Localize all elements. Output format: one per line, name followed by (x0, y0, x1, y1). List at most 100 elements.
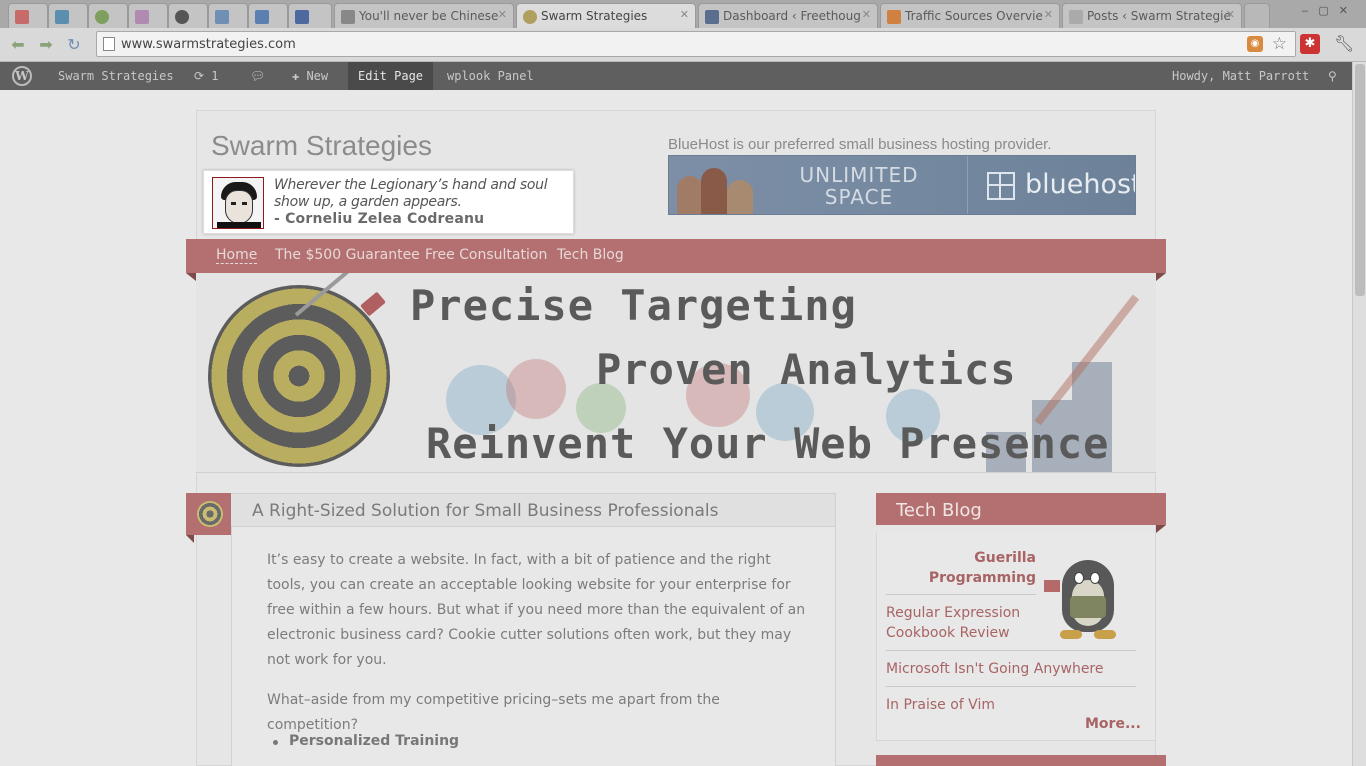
sidebar-widget-header-2 (876, 755, 1166, 766)
tab-pinned-5[interactable] (168, 3, 208, 28)
post-icon-tab (186, 493, 231, 543)
post-list-item: Personalized Training (272, 733, 460, 749)
quote-author: - Corneliu Zelea Codreanu (274, 211, 485, 227)
page-icon (1069, 10, 1083, 24)
close-icon[interactable]: ✕ (680, 8, 689, 21)
bookmark-star-icon[interactable]: ☆ (1272, 34, 1287, 54)
back-arrow-icon[interactable]: ⬅ (8, 35, 28, 55)
close-icon[interactable]: ✕ (498, 8, 507, 21)
bluehost-logo-icon (987, 172, 1015, 200)
tab-dashboard[interactable]: Dashboard ‹ Freethoug ✕ (698, 3, 878, 28)
tab-pinned-4[interactable] (128, 3, 168, 28)
tab-label: Posts ‹ Swarm Strategie (1087, 9, 1231, 23)
reload-icon[interactable]: ↻ (64, 35, 84, 55)
hosting-caption: BlueHost is our preferred small business… (668, 136, 1052, 153)
author-portrait (212, 177, 264, 229)
hero-line-2: Proven Analytics (596, 345, 1017, 394)
drive-icon (95, 10, 109, 24)
admin-site-name[interactable]: Swarm Strategies (48, 62, 184, 90)
quote-text: Wherever the Legionary’s hand and soul s… (274, 177, 548, 210)
sidebar-link-microsoft[interactable]: Microsoft Isn't Going Anywhere (886, 659, 1104, 679)
wp-logo-menu[interactable]: W (2, 62, 42, 90)
browser-tab-bar: You'll never be Chinese ✕ Swarm Strategie… (0, 0, 1366, 28)
divider (886, 650, 1136, 651)
sidebar-link-vim[interactable]: In Praise of Vim (886, 695, 995, 715)
tab-label: Dashboard ‹ Freethoug (723, 9, 861, 23)
feather-icon (135, 10, 149, 24)
post-title: A Right-Sized Solution for Small Busines… (252, 501, 719, 521)
admin-new[interactable]: ✚ New (282, 62, 338, 90)
plus-icon: ✚ (292, 69, 307, 83)
phone-icon (255, 10, 269, 24)
target-icon (197, 501, 223, 527)
menu-item-guarantee[interactable]: The $500 Guarantee (275, 247, 420, 263)
hero-banner: Precise Targeting Proven Analytics Reinv… (196, 273, 1156, 473)
admin-comments[interactable]: 💬︎ (240, 62, 275, 90)
scrollbar-thumb[interactable] (1355, 64, 1365, 296)
tab-label: Swarm Strategies (541, 9, 648, 23)
banner-divider (967, 156, 968, 214)
admin-updates[interactable]: ⟳ 1 (184, 62, 229, 90)
menu-item-tech-blog[interactable]: Tech Blog (557, 247, 624, 263)
sidebar-link-regex[interactable]: Regular Expression Cookbook Review (886, 603, 1036, 643)
post-paragraph-2: What–aside from my competitive pricing–s… (267, 692, 720, 733)
wordpress-logo-icon: W (12, 66, 32, 86)
sidebar-more-link[interactable]: More... (1085, 716, 1141, 732)
wrench-icon[interactable]: 🔧︎ (1334, 34, 1354, 53)
wordpress-icon (705, 10, 719, 24)
rss-icon[interactable]: ◉ (1247, 36, 1263, 52)
hero-line-3: Reinvent Your Web Presence (426, 419, 1110, 468)
github-icon (175, 10, 189, 24)
page-scrollbar[interactable] (1352, 62, 1366, 766)
tab-chinese[interactable]: You'll never be Chinese ✕ (334, 3, 514, 28)
admin-wplook-panel[interactable]: wplook Panel (437, 62, 544, 90)
window-controls[interactable]: ‒▢✕ (1301, 4, 1358, 17)
new-label: New (306, 69, 329, 83)
browser-toolbar: ⬅ ➡ ↻ www.swarmstrategies.com ◉ ☆ ✱ 🔧︎ (0, 28, 1366, 62)
updates-count: 1 (211, 69, 219, 83)
tab-pinned-2[interactable] (48, 3, 88, 28)
target-icon (523, 10, 537, 24)
admin-howdy[interactable]: Howdy, Matt Parrott (1162, 62, 1319, 90)
close-icon[interactable]: ✕ (862, 8, 871, 21)
menu-item-consultation[interactable]: Free Consultation (425, 247, 547, 263)
menu-item-home[interactable]: Home (216, 247, 258, 264)
divider (886, 686, 1136, 687)
tab-pinned-3[interactable] (88, 3, 128, 28)
address-bar[interactable]: www.swarmstrategies.com ◉ ☆ (96, 31, 1296, 57)
tab-traffic-sources[interactable]: Traffic Sources Overvie ✕ (880, 3, 1060, 28)
extension-icon[interactable]: ✱ (1300, 34, 1320, 54)
quote-widget: Wherever the Legionary’s hand and soul s… (203, 170, 574, 234)
bluehost-ad-banner[interactable]: UNLIMITED SPACE bluehost (668, 155, 1136, 215)
close-icon[interactable]: ✕ (1226, 8, 1235, 21)
tab-posts[interactable]: Posts ‹ Swarm Strategie ✕ (1062, 3, 1242, 28)
tab-pinned-7[interactable] (248, 3, 288, 28)
new-tab-button[interactable] (1244, 3, 1270, 28)
tab-label: You'll never be Chinese (359, 9, 499, 23)
admin-edit-page[interactable]: Edit Page (348, 62, 434, 90)
wp-admin-bar: W Swarm Strategies ⟳ 1 💬︎ ✚ New Edit Pag… (0, 62, 1352, 90)
tab-label: Traffic Sources Overvie (905, 9, 1043, 23)
comment-icon: 💬︎ (250, 69, 266, 83)
tab-pinned-8[interactable] (288, 3, 332, 28)
main-menu: Home The $500 Guarantee Free Consultatio… (186, 239, 1166, 281)
banner-people-image (675, 162, 755, 214)
hero-line-1: Precise Targeting (410, 281, 857, 330)
sidebar-widget-title: Tech Blog (896, 500, 982, 521)
app-icon (215, 10, 229, 24)
url-text[interactable]: www.swarmstrategies.com (121, 37, 296, 52)
tux-penguin-icon (1042, 550, 1132, 640)
admin-search-icon[interactable]: ⚲ (1318, 62, 1347, 90)
forward-arrow-icon[interactable]: ➡ (36, 35, 56, 55)
page-icon (103, 37, 115, 51)
post-paragraph-1: It’s easy to create a website. In fact, … (267, 552, 806, 668)
sidebar-featured-link[interactable]: Guerilla Programming (900, 548, 1036, 588)
calendar-icon (55, 10, 69, 24)
tab-pinned-6[interactable] (208, 3, 248, 28)
refresh-icon: ⟳ (194, 69, 212, 83)
facebook-icon (295, 10, 309, 24)
close-icon[interactable]: ✕ (1044, 8, 1053, 21)
tab-swarm-strategies[interactable]: Swarm Strategies ✕ (516, 3, 696, 28)
site-title[interactable]: Swarm Strategies (211, 130, 432, 162)
tab-gmail[interactable] (8, 3, 48, 28)
